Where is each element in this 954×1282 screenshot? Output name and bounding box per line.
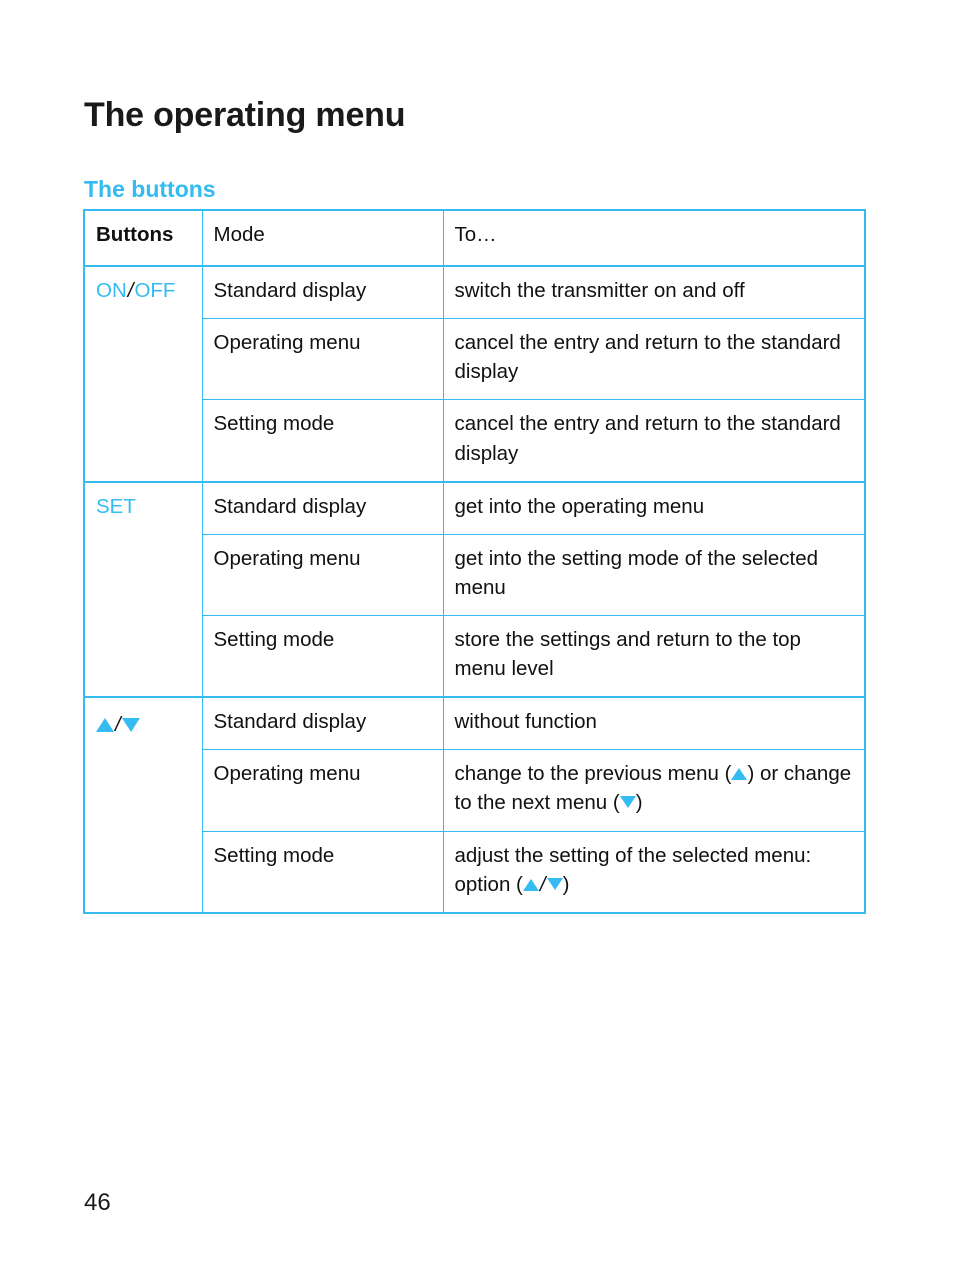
description-cell-with-arrows: adjust the setting of the selected menu:…	[442, 830, 866, 914]
table-row: SET Standard display get into the operat…	[83, 480, 866, 698]
description-cell: cancel the entry and return to the stand…	[442, 399, 866, 483]
table-row: Operating menu change to the previous me…	[84, 749, 866, 832]
table-row: / Standard display without function	[83, 696, 866, 913]
description-text: adjust the setting of the selected menu:	[454, 843, 812, 867]
table-row: ON/OFF Standard display switch the trans…	[83, 265, 866, 482]
button-label-off: OFF	[134, 279, 176, 303]
page-title: The operating menu	[84, 95, 406, 134]
column-header-to: To…	[442, 209, 866, 267]
button-label-separator: /	[115, 713, 121, 737]
description-option-line: option (/)	[454, 872, 570, 896]
mode-cell: Standard display	[201, 265, 444, 320]
mode-cell: Operating menu	[201, 533, 444, 616]
table-row: Setting mode adjust the setting of the s…	[84, 830, 866, 914]
description-cell: get into the setting mode of the selecte…	[442, 533, 866, 616]
down-triangle-icon	[546, 877, 563, 890]
up-triangle-icon	[96, 718, 114, 733]
mode-cell: Operating menu	[201, 749, 444, 832]
description-cell: store the settings and return to the top…	[442, 614, 866, 698]
mode-cell: Setting mode	[201, 399, 444, 483]
document-page: The operating menu The buttons Buttons M…	[0, 0, 954, 1282]
description-cell: cancel the entry and return to the stand…	[442, 318, 866, 401]
mode-cell: Standard display	[201, 696, 444, 751]
mode-cell: Operating menu	[201, 318, 444, 401]
button-cell-set: SET	[83, 480, 203, 698]
option-separator: /	[539, 872, 546, 896]
section-heading: The buttons	[84, 176, 216, 203]
column-header-buttons: Buttons	[83, 209, 203, 267]
button-cell-up-down: /	[83, 696, 203, 913]
down-triangle-icon	[619, 796, 636, 809]
mode-cell: Standard display	[201, 480, 444, 535]
buttons-table: Buttons Mode To… ON/OFF Standard display…	[83, 209, 866, 914]
table-row: Setting mode store the settings and retu…	[84, 614, 866, 698]
page-number: 46	[84, 1189, 111, 1216]
button-cell-on-off: ON/OFF	[83, 265, 203, 482]
table-header-row: Buttons Mode To…	[83, 209, 866, 267]
description-cell: without function	[442, 696, 866, 751]
mode-cell: Setting mode	[201, 830, 444, 914]
table-row: Setting mode cancel the entry and return…	[84, 399, 866, 483]
description-text-line1: change to the previous menu	[454, 762, 719, 786]
up-triangle-icon	[731, 768, 748, 781]
description-cell: switch the transmitter on and off	[442, 265, 866, 320]
up-triangle-icon	[522, 878, 539, 891]
table-row: Operating menu cancel the entry and retu…	[84, 318, 866, 401]
mode-cell: Setting mode	[201, 614, 444, 698]
down-triangle-icon	[121, 718, 140, 733]
table-row: Operating menu get into the setting mode…	[84, 533, 866, 616]
button-label-set: SET	[96, 494, 136, 518]
description-cell: get into the operating menu	[442, 480, 866, 535]
description-cell-with-arrows: change to the previous menu () or change…	[442, 749, 866, 832]
button-label-on: ON	[96, 279, 127, 303]
column-header-mode: Mode	[201, 209, 444, 267]
arrow-pair: /	[96, 707, 140, 739]
